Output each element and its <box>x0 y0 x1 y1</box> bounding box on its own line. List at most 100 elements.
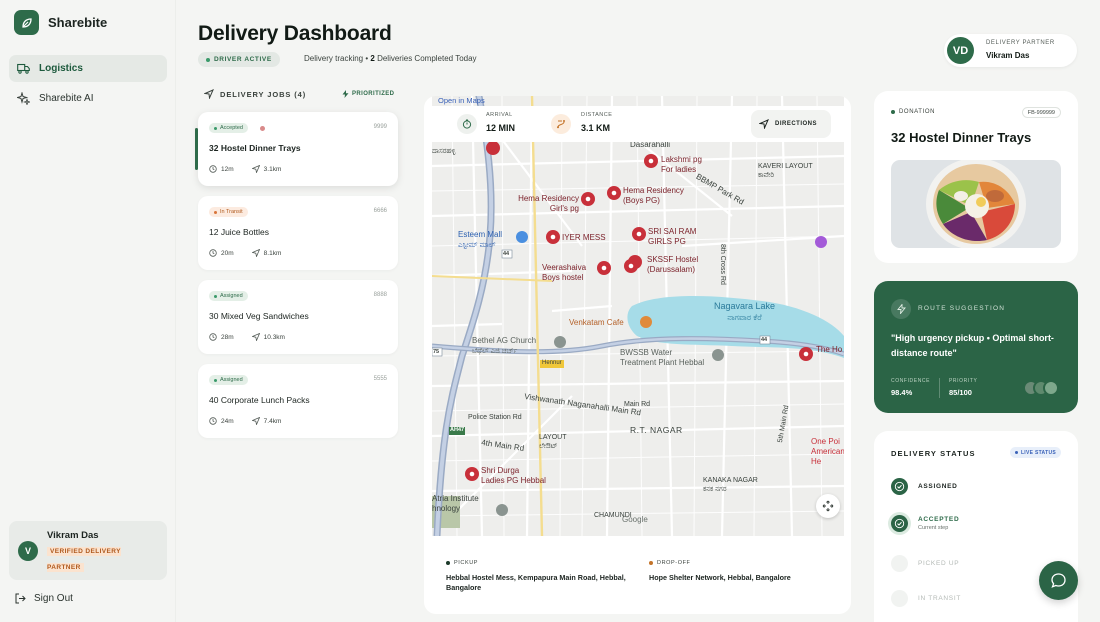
job-status-badge: Accepted <box>209 123 248 133</box>
verified-badge: VERIFIED DELIVERY PARTNER <box>47 547 121 572</box>
leaf-logo-icon <box>14 10 39 35</box>
sign-out-button[interactable]: Sign Out <box>15 593 73 604</box>
completed-count: 2 <box>370 54 375 63</box>
map-panel: Open in Maps Lakshmi pg For ladies Hema R… <box>424 96 851 614</box>
job-id: 8888 <box>373 292 387 298</box>
job-card[interactable]: Assigned 5555 40 Corporate Lunch Packs 2… <box>198 364 398 438</box>
clock-icon <box>209 333 217 341</box>
pickup-label: PICKUP <box>454 560 479 566</box>
delivery-status-title: DELIVERY STATUS <box>891 449 976 458</box>
job-card[interactable]: In Transit 6666 12 Juice Bottles 20m 8.1… <box>198 196 398 270</box>
clock-icon <box>209 249 217 257</box>
prioritized-badge: PRIORITIZED <box>342 90 394 98</box>
expand-icon <box>822 500 834 512</box>
live-status-badge: LIVE STATUS <box>1009 447 1061 458</box>
map-label: Police Station Rd <box>468 414 522 421</box>
map-label: R.T. NAGAR <box>630 425 683 435</box>
nav-item-sharebite-ai[interactable]: Sharebite AI <box>9 85 167 112</box>
map-stats-bar: ARRIVAL 12 MIN DISTANCE 3.1 KM DIRECTION… <box>432 106 844 142</box>
confidence-label: CONFIDENCE <box>891 378 931 384</box>
dropoff-info: DROP-OFF Hope Shelter Network, Hebbal, B… <box>649 560 839 583</box>
map-label: BWSSB Water Treatment Plant Hebbal <box>620 348 705 367</box>
priority-label: PRIORITY <box>949 378 978 384</box>
clock-icon <box>209 417 217 425</box>
job-card[interactable]: Accepted 9999 32 Hostel Dinner Trays 12m… <box>195 112 398 186</box>
truck-icon <box>17 63 30 74</box>
partner-label: DELIVERY PARTNER <box>986 40 1055 46</box>
map-label: 8th Cross Rd <box>719 244 726 285</box>
map-label: Main Rd <box>624 401 651 408</box>
map-label: Atria Institute hnology <box>432 494 479 513</box>
status-text: DRIVER ACTIVE <box>214 56 272 63</box>
user-name: Vikram Das <box>47 530 99 541</box>
route-suggestion-card: ROUTE SUGGESTION "High urgency pickup • … <box>874 281 1078 413</box>
directions-label: DIRECTIONS <box>775 121 818 127</box>
priority-value: 85/100 <box>949 388 972 397</box>
map-label: Esteem Mall ಎಸ್ಟೀಮ್ ಮಾಲ್ <box>458 230 503 249</box>
map[interactable]: Open in Maps Lakshmi pg For ladies Hema R… <box>432 96 844 536</box>
job-time: 12m <box>221 165 234 173</box>
donation-title: 32 Hostel Dinner Trays <box>891 130 1032 145</box>
prioritized-label: PRIORITIZED <box>352 91 395 97</box>
map-label: KAVERI LAYOUT ಕಾವೇರಿ <box>758 163 813 179</box>
map-label: ದಾಸರಹಳ್ಳಿ <box>432 148 456 155</box>
arrival-label: ARRIVAL <box>486 112 513 118</box>
donation-card[interactable]: DONATION FB-999999 32 Hostel Dinner Tray… <box>874 91 1078 263</box>
job-id: 9999 <box>373 124 387 130</box>
dropoff-address: Hope Shelter Network, Hebbal, Bangalore <box>649 573 791 582</box>
map-label: Venkatam Cafe <box>569 318 624 327</box>
open-in-maps-link[interactable]: Open in Maps <box>438 96 485 105</box>
job-status-badge: Assigned <box>209 375 248 385</box>
route-suggestion-text: "High urgency pickup • Optimal short-dis… <box>891 333 1054 358</box>
map-label: LAYOUT ಲೇಔಟ್ <box>539 434 567 450</box>
job-id: 5555 <box>373 376 387 382</box>
donation-id-badge: FB-999999 <box>1021 107 1061 118</box>
navigation-arrow-icon <box>251 417 260 425</box>
status-step-accepted: ACCEPTED Current step <box>891 515 959 532</box>
fullscreen-button[interactable] <box>816 494 840 518</box>
distance-value: 3.1 KM <box>581 123 611 133</box>
job-title: 30 Mixed Veg Sandwiches <box>209 311 309 321</box>
nav-item-logistics[interactable]: Logistics <box>9 55 167 82</box>
food-bowl-image <box>891 160 1061 248</box>
job-title: 40 Corporate Lunch Packs <box>209 395 310 405</box>
job-status-badge: In Transit <box>209 207 248 217</box>
status-step-in-transit: IN TRANSIT <box>891 590 961 607</box>
job-time: 20m <box>221 249 234 257</box>
status-dot <box>206 57 210 62</box>
job-id: 6666 <box>373 208 387 214</box>
job-meta: 28m 10.3km <box>209 333 285 341</box>
chat-button[interactable] <box>1039 561 1078 600</box>
directions-button[interactable]: DIRECTIONS <box>751 110 831 138</box>
donation-label: DONATION <box>899 109 936 115</box>
divider <box>939 378 940 398</box>
tracking-summary: Delivery tracking • 2 Deliveries Complet… <box>304 54 477 63</box>
step-label: ACCEPTED <box>918 516 960 523</box>
tracking-prefix: Delivery tracking • <box>304 54 369 63</box>
navigation-arrow-icon <box>204 89 214 99</box>
pickup-info: PICKUP Hebbal Hostel Mess, Kempapura Mai… <box>446 560 636 593</box>
timer-icon <box>457 114 477 134</box>
user-card[interactable]: V Vikram Das VERIFIED DELIVERY PARTNER <box>9 521 167 580</box>
job-title: 12 Juice Bottles <box>209 227 270 237</box>
map-label: 44 <box>503 251 510 257</box>
arrival-value: 12 MIN <box>486 123 516 133</box>
status-step-assigned: ASSIGNED <box>891 478 958 495</box>
page-title: Delivery Dashboard <box>198 22 392 45</box>
map-label: Hema Residency (Boys PG) <box>623 186 684 205</box>
map-label: KANAKA NAGAR ಕನಕ ನಗರ <box>703 477 758 493</box>
avatar: V <box>18 541 38 561</box>
map-label: 75 <box>433 349 440 355</box>
partner-card[interactable]: VD DELIVERY PARTNER Vikram Das <box>944 34 1077 67</box>
status-badge: DRIVER ACTIVE <box>198 52 280 67</box>
brand[interactable]: Sharebite <box>14 10 107 35</box>
pickup-address: Hebbal Hostel Mess, Kempapura Main Road,… <box>446 573 626 592</box>
navigation-arrow-icon <box>251 249 260 257</box>
job-card[interactable]: Assigned 8888 30 Mixed Veg Sandwiches 28… <box>198 280 398 354</box>
pending-circle-icon <box>891 555 908 572</box>
lightning-icon <box>342 90 349 98</box>
map-label: 44 <box>761 337 768 343</box>
lightning-icon <box>891 299 911 319</box>
step-label: IN TRANSIT <box>918 595 961 602</box>
confidence-value: 98.4% <box>891 388 913 397</box>
